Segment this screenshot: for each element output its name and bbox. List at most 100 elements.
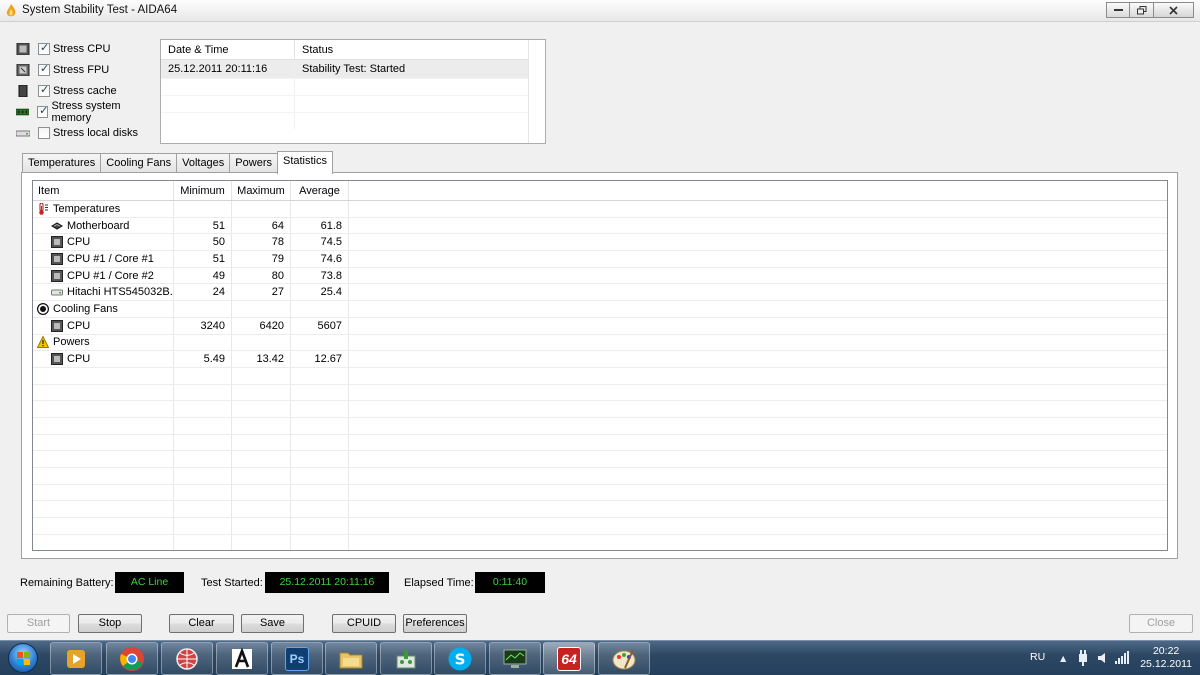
empty-table-row [33,501,1167,519]
row-label: CPU [67,353,91,366]
restore-icon [1136,5,1146,14]
table-row[interactable]: CPU 50 78 74.5 [33,234,1167,252]
log-row[interactable]: 25.12.2011 20:11:16 Stability Test: Star… [161,60,545,78]
cpu-chip-icon [51,236,63,249]
table-row[interactable]: Hitachi HTS545032B... 24 27 25.4 [33,284,1167,302]
empty-table-row [33,518,1167,535]
minimize-button[interactable] [1106,2,1130,18]
stress-option-memory[interactable]: Stress system memory [16,100,156,124]
empty-table-row [33,484,1167,502]
close-icon [1169,5,1178,15]
table-row[interactable]: Temperatures [33,201,1167,218]
taskbar-font-viewer[interactable] [216,642,268,675]
table-row[interactable]: Powers [33,334,1167,352]
row-label: Motherboard [67,219,130,232]
log-empty-row [161,78,545,95]
stress-option-fpu[interactable]: Stress FPU [16,59,156,80]
empty-rows [33,367,1167,550]
row-minimum: 50 [174,234,232,251]
log-column-datetime[interactable]: Date & Time [161,40,295,59]
memory-module-icon [16,108,30,115]
stress-fpu-checkbox[interactable] [38,62,50,76]
log-scrollbar[interactable] [528,40,545,143]
stress-memory-checkbox[interactable] [37,104,49,118]
taskbar-aida64[interactable]: 64 [543,642,595,675]
save-button[interactable]: Save [241,614,304,633]
row-minimum: 49 [174,267,232,284]
taskbar-file-explorer[interactable] [325,642,377,675]
table-row[interactable]: CPU #1 / Core #2 49 80 73.8 [33,267,1167,285]
close-window-button[interactable] [1154,2,1194,18]
network-globe-icon [176,647,198,670]
show-hidden-icons-icon[interactable]: ▲ [1058,653,1068,665]
stress-cache-checkbox[interactable] [38,83,50,97]
column-filler [349,181,1167,200]
stop-button[interactable]: Stop [78,614,142,633]
column-item[interactable]: Item [33,181,174,200]
start-button[interactable]: Start [7,614,70,633]
cpuid-button[interactable]: CPUID [332,614,396,633]
warning-icon [37,336,49,349]
monitor-tool-icon [503,649,527,668]
window-client-area: Stress CPU Stress FPU Stress cache Stres… [0,22,1200,640]
tab-voltages[interactable]: Voltages [176,153,231,173]
test-started-value: 25.12.2011 20:11:16 [265,572,389,593]
empty-table-row [33,451,1167,468]
clock-date: 25.12.2011 [1140,658,1192,670]
table-row[interactable]: CPU 5.49 13.42 12.67 [33,351,1167,368]
row-maximum [232,334,291,351]
taskbar-network-globe[interactable] [161,642,213,675]
taskbar-media-player[interactable] [50,642,102,675]
power-plug-icon[interactable] [1077,650,1089,666]
battery-label: Remaining Battery: [20,577,114,589]
network-tool-icon [396,649,416,668]
row-maximum: 78 [232,234,291,251]
taskbar-chrome[interactable] [106,642,158,675]
stress-option-cache[interactable]: Stress cache [16,80,156,101]
log-column-status[interactable]: Status [295,40,529,59]
maximize-button[interactable] [1130,2,1154,18]
column-maximum[interactable]: Maximum [232,181,291,200]
cache-chip-icon [18,84,28,97]
taskbar-network-tool[interactable] [380,642,432,675]
taskbar-skype[interactable]: S [434,642,486,675]
taskbar-monitor-tool[interactable] [489,642,541,675]
close-button[interactable]: Close [1129,614,1193,633]
speaker-icon[interactable] [1097,652,1109,664]
row-average [291,334,349,351]
row-maximum: 6420 [232,317,291,334]
clear-button[interactable]: Clear [169,614,234,633]
row-average: 25.4 [291,284,349,301]
empty-table-row [33,417,1167,435]
taskbar-paint[interactable] [598,642,650,675]
table-row[interactable]: Motherboard 51 64 61.8 [33,217,1167,235]
preferences-button[interactable]: Preferences [403,614,467,633]
stress-cpu-checkbox[interactable] [38,41,50,55]
statistics-table[interactable]: Item Minimum Maximum Average Temperature… [32,180,1168,551]
network-signal-icon[interactable] [1115,651,1129,664]
test-log-list[interactable]: Date & Time Status 25.12.2011 20:11:16 S… [160,39,546,144]
skype-icon: S [448,647,472,670]
stress-option-cpu[interactable]: Stress CPU [16,38,156,59]
table-row[interactable]: Cooling Fans [33,301,1167,318]
row-average: 5607 [291,317,349,334]
clock[interactable]: 20:22 25.12.2011 [1140,645,1192,671]
table-row[interactable]: CPU 3240 6420 5607 [33,317,1167,335]
stress-option-disks[interactable]: Stress local disks [16,122,156,143]
tab-temperatures[interactable]: Temperatures [22,153,102,173]
media-player-icon [67,649,85,668]
row-label: Temperatures [53,202,121,215]
taskbar-photoshop[interactable]: Ps [271,642,323,675]
column-average[interactable]: Average [291,181,349,200]
status-bar: Remaining Battery: AC Line Test Started:… [20,572,580,594]
row-label: Powers [53,336,90,349]
empty-table-row [33,401,1167,418]
column-minimum[interactable]: Minimum [174,181,232,200]
tab-statistics[interactable]: Statistics [276,151,333,174]
table-row[interactable]: CPU #1 / Core #1 51 79 74.6 [33,251,1167,268]
start-button-orb[interactable] [8,643,38,673]
tab-cooling-fans[interactable]: Cooling Fans [100,153,178,173]
language-indicator[interactable]: RU [1030,651,1045,663]
stress-disks-checkbox[interactable] [38,126,50,139]
tab-powers[interactable]: Powers [229,153,278,173]
